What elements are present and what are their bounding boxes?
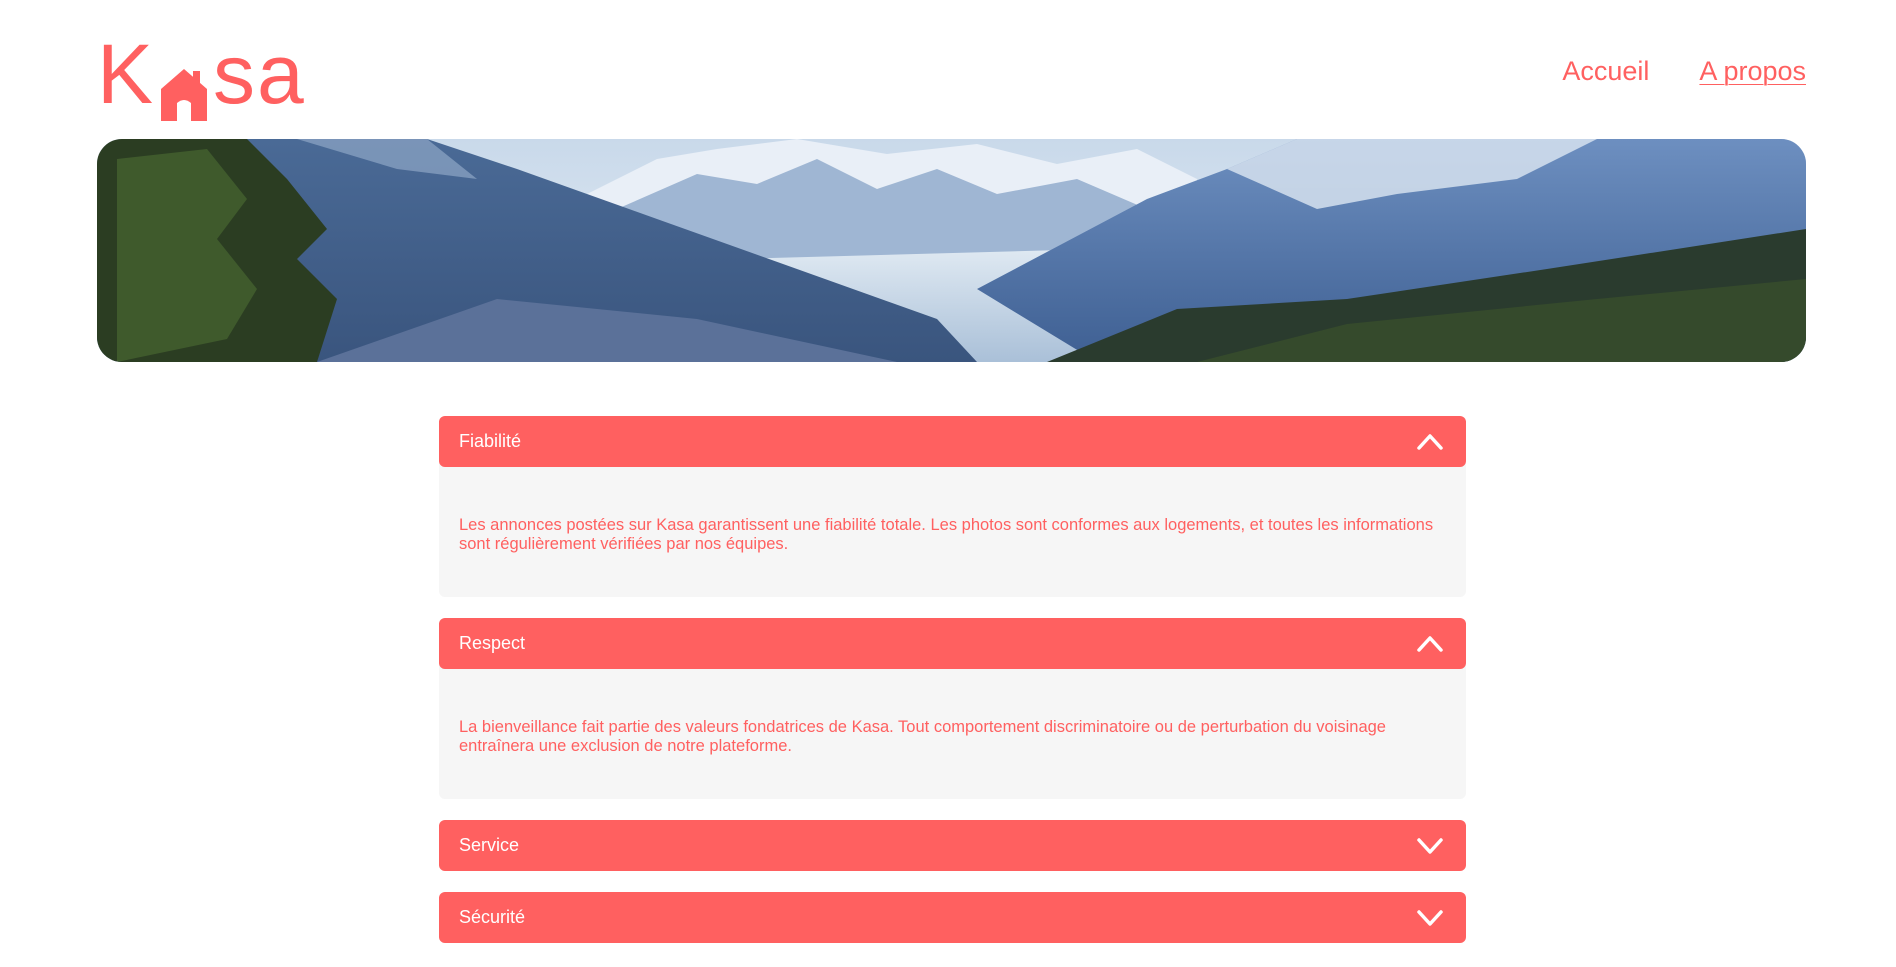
accordion-content-respect: La bienveillance fait partie des valeurs… — [439, 665, 1466, 799]
accordion-content-fiabilite: Les annonces postées sur Kasa garantisse… — [439, 463, 1466, 597]
accordion-item-service: Service — [439, 820, 1466, 871]
hero-banner-image — [97, 139, 1806, 362]
accordion-item-securite: Sécurité — [439, 892, 1466, 943]
nav-link-accueil[interactable]: Accueil — [1562, 56, 1649, 87]
accordion-header-securite[interactable]: Sécurité — [439, 892, 1466, 943]
logo-letters-sa: sa — [213, 27, 306, 121]
accordion-header-service[interactable]: Service — [439, 820, 1466, 871]
kasa-logo[interactable]: K sa — [97, 32, 306, 121]
chevron-up-icon[interactable] — [1416, 429, 1444, 454]
chevron-down-icon[interactable] — [1416, 905, 1444, 930]
site-header: K sa Accueil A propos — [97, 32, 1806, 121]
accordion-item-fiabilite: Fiabilité Les annonces postées sur Kasa … — [439, 416, 1466, 597]
main-nav: Accueil A propos — [1562, 56, 1806, 87]
accordion-title: Respect — [459, 633, 526, 653]
accordion-title: Service — [459, 835, 520, 855]
chevron-down-icon[interactable] — [1416, 833, 1444, 858]
chevron-up-icon[interactable] — [1416, 631, 1444, 656]
accordion-title: Sécurité — [459, 907, 526, 927]
accordion-header-fiabilite[interactable]: Fiabilité — [439, 416, 1466, 467]
house-icon — [159, 52, 209, 121]
nav-link-a-propos[interactable]: A propos — [1699, 56, 1806, 87]
accordion-title: Fiabilité — [459, 431, 522, 451]
values-accordion: Fiabilité Les annonces postées sur Kasa … — [439, 416, 1466, 964]
accordion-header-respect[interactable]: Respect — [439, 618, 1466, 669]
accordion-item-respect: Respect La bienveillance fait partie des… — [439, 618, 1466, 799]
logo-letter-k: K — [97, 27, 156, 121]
